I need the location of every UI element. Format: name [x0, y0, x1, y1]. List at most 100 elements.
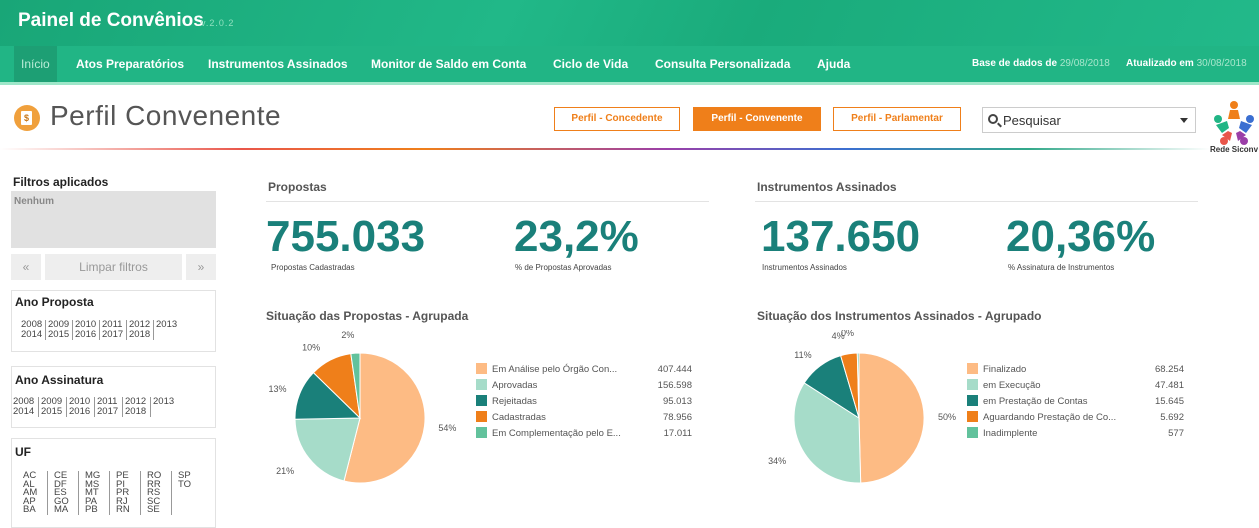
legend-swatch	[967, 363, 978, 374]
app-title[interactable]: Painel de Convênios	[18, 10, 204, 32]
nav-item-ciclo-de-vida[interactable]: Ciclo de Vida	[553, 46, 628, 82]
legend-value: 15.645	[1155, 396, 1184, 407]
updated-date-label: Atualizado em	[1126, 58, 1194, 69]
chip-uf-ba[interactable]: BA	[23, 505, 36, 515]
kpi-assinatura-instrumentos-label: % Assinatura de Instrumentos	[1008, 263, 1115, 272]
chip-uf-pb[interactable]: PB	[85, 505, 98, 515]
legend-value: 5.692	[1160, 412, 1184, 423]
chip-separator	[94, 397, 95, 417]
legend-label: Aguardando Prestação de Co...	[983, 412, 1116, 423]
legend-label: Cadastradas	[492, 412, 546, 423]
legend-label: Aprovadas	[492, 380, 538, 391]
legend-swatch	[967, 411, 978, 422]
filters-title: Filtros aplicados	[13, 175, 109, 189]
filter-uf: UF AC AL AM AP BA CE DF ES GO MA MG MS MT PA PB PE PI PR R…	[11, 438, 216, 528]
legend-label: Inadimplente	[983, 428, 1037, 439]
section-propostas-rule	[266, 201, 709, 202]
main-nav: Início Atos Preparatórios Instrumentos A…	[0, 46, 1259, 82]
database-date-label: Base de dados de	[972, 58, 1058, 69]
chip-ano-assinatura-2017[interactable]: 2017	[97, 407, 118, 417]
pie-percent-label: 54%	[438, 423, 456, 433]
profile-convenente-button[interactable]: Perfil - Convenente	[693, 107, 821, 131]
legend-value: 156.598	[658, 380, 692, 391]
pie-percent-label: 34%	[768, 456, 786, 466]
nav-item-atos-preparatorios[interactable]: Atos Preparatórios	[76, 46, 184, 82]
chip-uf-rn[interactable]: RN	[116, 505, 130, 515]
legend-swatch	[476, 379, 487, 390]
section-instrumentos-title: Instrumentos Assinados	[757, 180, 897, 194]
chip-separator	[109, 471, 110, 515]
chip-separator	[126, 320, 127, 340]
nav-item-inicio[interactable]: Início	[14, 46, 57, 82]
chip-ano-assinatura-2016[interactable]: 2016	[69, 407, 90, 417]
search-input[interactable]	[983, 108, 1163, 132]
updated-date-value: 30/08/2018	[1196, 58, 1247, 69]
filter-ano-proposta-title: Ano Proposta	[15, 295, 94, 309]
chip-separator	[171, 471, 172, 515]
updated-date: Atualizado em 30/08/2018	[1126, 46, 1247, 82]
chip-ano-proposta-2014[interactable]: 2014	[21, 330, 42, 340]
legend-swatch	[476, 363, 487, 374]
profile-parlamentar-button[interactable]: Perfil - Parlamentar	[833, 107, 961, 131]
chip-separator	[66, 397, 67, 417]
nav-item-instrumentos-assinados[interactable]: Instrumentos Assinados	[208, 46, 348, 82]
chip-ano-proposta-2017[interactable]: 2017	[102, 330, 123, 340]
nav-item-monitor-saldo[interactable]: Monitor de Saldo em Conta	[371, 46, 526, 82]
kpi-assinatura-instrumentos-value: 20,36%	[1006, 212, 1156, 261]
chip-ano-proposta-2015[interactable]: 2015	[48, 330, 69, 340]
chip-uf-se[interactable]: SE	[147, 505, 160, 515]
legend-label: Em Análise pelo Órgão Con...	[492, 364, 617, 375]
clear-filters-button[interactable]: Limpar filtros	[45, 254, 182, 280]
legend-swatch	[476, 395, 487, 406]
chart-propostas-title: Situação das Propostas - Agrupada	[266, 309, 469, 323]
app-version: v.2.0.2	[201, 18, 235, 28]
chip-ano-proposta-2013[interactable]: 2013	[156, 320, 177, 330]
kpi-propostas-cadastradas-value: 755.033	[266, 212, 426, 261]
propostas-pie-chart: 54% 21% 13% 10% 2% Em Análise pelo Órgão Con.…	[268, 330, 692, 484]
search-combobox[interactable]	[982, 107, 1196, 133]
chip-uf-to[interactable]: TO	[178, 479, 191, 490]
filter-ano-proposta: Ano Proposta 2008 2009 2010 2011 2012 2013 201…	[11, 290, 216, 352]
applied-filters-empty: Nenhum	[14, 196, 54, 207]
chip-ano-assinatura-2014[interactable]: 2014	[13, 407, 34, 417]
pie-percent-label: 50%	[938, 412, 956, 422]
pie-percent-label: 0%	[841, 330, 854, 338]
profile-concedente-button[interactable]: Perfil - Concedente	[554, 107, 680, 131]
chip-separator	[47, 471, 48, 515]
legend-label: Finalizado	[983, 364, 1026, 375]
pie-percent-label: 21%	[276, 466, 294, 476]
kpi-instrumentos-assinados-label: Instrumentos Assinados	[762, 263, 847, 272]
chip-separator	[38, 397, 39, 417]
chip-separator	[140, 471, 141, 515]
section-propostas-title: Propostas	[268, 180, 327, 194]
filters-next-button[interactable]: »	[186, 254, 216, 280]
legend-swatch	[967, 379, 978, 390]
legend-value: 17.011	[664, 428, 692, 439]
chip-uf-ma[interactable]: MA	[54, 505, 68, 515]
pie-percent-label: 2%	[341, 330, 354, 340]
legend-label: Rejeitadas	[492, 396, 537, 407]
chip-separator	[153, 320, 154, 340]
legend-label: Em Complementação pelo E...	[492, 428, 621, 439]
chip-ano-assinatura-2015[interactable]: 2015	[41, 407, 62, 417]
legend-value: 68.254	[1155, 364, 1184, 375]
header-divider	[0, 148, 1210, 150]
chevron-down-icon[interactable]	[1180, 118, 1188, 123]
chip-ano-assinatura-2013[interactable]: 2013	[153, 397, 174, 407]
filter-uf-title: UF	[15, 445, 31, 459]
filters-prev-button[interactable]: «	[11, 254, 41, 280]
chip-ano-assinatura-2018[interactable]: 2018	[125, 407, 146, 417]
chip-ano-proposta-2016[interactable]: 2016	[75, 330, 96, 340]
nav-item-ajuda[interactable]: Ajuda	[817, 46, 850, 82]
chip-separator	[122, 397, 123, 417]
pie-percent-label: 13%	[268, 384, 286, 394]
app-header: Painel de Convênios v.2.0.2	[0, 0, 1259, 46]
chip-ano-proposta-2018[interactable]: 2018	[129, 330, 150, 340]
nav-item-consulta-personalizada[interactable]: Consulta Personalizada	[655, 46, 790, 82]
legend-value: 47.481	[1155, 380, 1184, 391]
nav-underline	[0, 82, 1259, 85]
section-instrumentos-rule	[755, 201, 1198, 202]
kpi-propostas-aprovadas-label: % de Propostas Aprovadas	[515, 263, 612, 272]
pie-percent-label: 10%	[302, 343, 320, 353]
database-date-value: 29/08/2018	[1059, 58, 1110, 69]
